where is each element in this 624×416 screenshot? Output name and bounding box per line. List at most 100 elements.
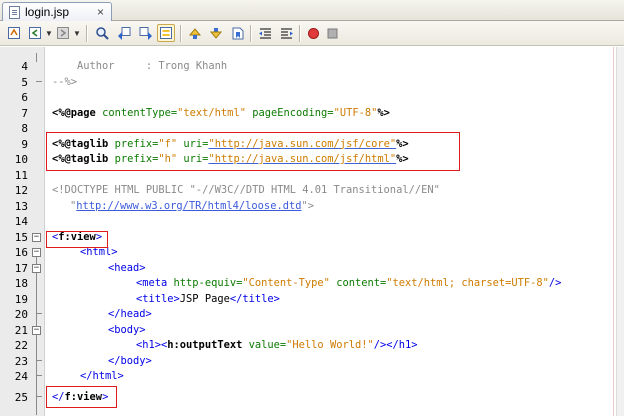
code-line: 23 </body> — [0, 354, 610, 370]
fold-end-marker — [36, 80, 42, 82]
line-number: 8 — [21, 122, 28, 135]
line-number: 23 — [14, 354, 28, 368]
toolbar-separator — [180, 25, 181, 42]
toolbar-separator — [299, 25, 300, 42]
uri-link[interactable]: "http://java.sun.com/jsf/html" — [208, 153, 396, 165]
fold-collapse-icon[interactable]: − — [32, 248, 41, 257]
directive-open: <%@ — [52, 153, 71, 165]
code-line: 17 − <head> — [0, 261, 610, 277]
code-line: 19 <title>JSP Page</title> — [0, 292, 610, 308]
line-number: 9 — [21, 137, 28, 151]
line-number: 17 — [14, 261, 28, 275]
line-number: 25 — [14, 391, 28, 404]
code-line: 25 </f:view> — [0, 390, 610, 406]
tag-name: f:view — [64, 391, 103, 403]
html-tag: <meta — [136, 277, 168, 289]
vertical-scrollbar[interactable] — [616, 47, 624, 416]
attribute-name: prefix= — [108, 137, 159, 150]
attribute-value: "Content-Type" — [242, 277, 330, 289]
line-number: 10 — [14, 153, 28, 166]
tab-label: login.jsp — [25, 5, 70, 19]
find-selection-icon[interactable] — [93, 24, 111, 42]
html-tag: </html> — [80, 370, 124, 382]
directive-open: <%@ — [52, 137, 71, 150]
fold-collapse-icon[interactable]: − — [32, 263, 41, 273]
line-number: 21 — [14, 323, 28, 337]
tag-name: f:view — [58, 230, 96, 243]
line-number: 6 — [21, 91, 28, 104]
html-tag: </body> — [108, 354, 152, 367]
toggle-bookmark-icon[interactable] — [228, 24, 246, 42]
line-number: 19 — [14, 292, 28, 306]
previous-bookmark-icon[interactable] — [186, 24, 204, 42]
dtd-link[interactable]: http://www.w3.org/TR/html4/loose.dtd — [76, 200, 301, 212]
html-tag: /></h1> — [373, 339, 418, 351]
forward-icon[interactable] — [54, 24, 72, 42]
attribute-name: value= — [242, 339, 287, 351]
html-tag: /> — [548, 277, 562, 289]
directive-keyword: taglib — [70, 153, 109, 165]
last-edit-icon[interactable] — [5, 24, 23, 42]
forward-dropdown-icon[interactable]: ▼ — [73, 29, 81, 38]
attribute-name: contentType= — [95, 106, 178, 119]
shift-right-icon[interactable] — [277, 24, 295, 42]
line-number: 18 — [14, 277, 28, 290]
directive-open: <%@ — [52, 106, 71, 119]
attribute-name: uri= — [177, 153, 209, 165]
code-line: 18 <meta http-equiv="Content-Type" conte… — [0, 276, 610, 292]
tag-bracket: </ — [52, 391, 65, 403]
line-number: 5 — [21, 75, 28, 89]
html-tag: <body> — [108, 323, 146, 336]
back-dropdown-icon[interactable]: ▼ — [45, 29, 53, 38]
line-number: 20 — [14, 308, 28, 321]
html-tag: <html> — [80, 246, 118, 258]
code-line: 11 — [0, 168, 610, 184]
code-line: 14 — [0, 214, 610, 230]
back-icon[interactable] — [26, 24, 44, 42]
stop-macro-icon[interactable] — [323, 24, 341, 42]
comment-text: Author : Trong Khanh — [77, 60, 228, 72]
fold-end-marker — [36, 396, 42, 397]
code-line: 4 Author : Trong Khanh — [0, 59, 610, 75]
jsp-file-icon — [9, 6, 20, 19]
line-number: 24 — [14, 370, 28, 383]
toolbar-separator — [86, 25, 87, 42]
start-macro-icon[interactable] — [304, 24, 322, 42]
find-next-icon[interactable] — [136, 24, 154, 42]
close-tab-icon[interactable]: × — [97, 5, 104, 19]
attribute-value: "f" — [158, 137, 178, 150]
code-line: 16 − <html> — [0, 245, 610, 261]
next-bookmark-icon[interactable] — [207, 24, 225, 42]
directive-close: %> — [396, 137, 409, 150]
code-line: 13 "http://www.w3.org/TR/html4/loose.dtd… — [0, 199, 610, 215]
attribute-value: "Hello World!" — [286, 339, 374, 351]
tag-bracket: > — [95, 230, 103, 243]
doctype-declaration: <!DOCTYPE HTML PUBLIC "-//W3C//DTD HTML … — [52, 184, 440, 196]
attribute-name: http-equiv= — [167, 277, 243, 289]
line-number: 12 — [14, 184, 28, 197]
code-line: 6 — [0, 90, 610, 106]
line-number: 14 — [14, 215, 28, 228]
attribute-value: "text/html; charset=UTF-8" — [386, 277, 549, 289]
find-previous-icon[interactable] — [115, 24, 133, 42]
code-editor[interactable]: 4 Author : Trong Khanh 5 --%> 6 7 <%@pag… — [0, 47, 624, 416]
html-tag: </title> — [229, 292, 280, 305]
line-number: 4 — [21, 60, 28, 73]
shift-left-icon[interactable] — [256, 24, 274, 42]
directive-keyword: taglib — [70, 137, 109, 150]
attribute-name: uri= — [177, 137, 209, 150]
tab-login-jsp[interactable]: login.jsp × — [2, 2, 112, 21]
attribute-value: "h" — [158, 153, 178, 165]
line-number: 13 — [14, 199, 28, 213]
fold-collapse-icon[interactable]: − — [32, 232, 41, 242]
toggle-highlight-icon[interactable] — [157, 24, 175, 42]
html-tag: <title> — [136, 292, 180, 305]
line-number: 11 — [14, 168, 28, 182]
code-line: 12 <!DOCTYPE HTML PUBLIC "-//W3C//DTD HT… — [0, 183, 610, 199]
code-line: 8 — [0, 121, 610, 137]
toolbar-separator — [250, 25, 251, 42]
fold-collapse-icon[interactable]: − — [32, 325, 41, 335]
attribute-name: pageEncoding= — [245, 106, 334, 119]
html-tag: <h1>< — [136, 339, 168, 351]
uri-link[interactable]: "http://java.sun.com/jsf/core" — [208, 138, 396, 150]
